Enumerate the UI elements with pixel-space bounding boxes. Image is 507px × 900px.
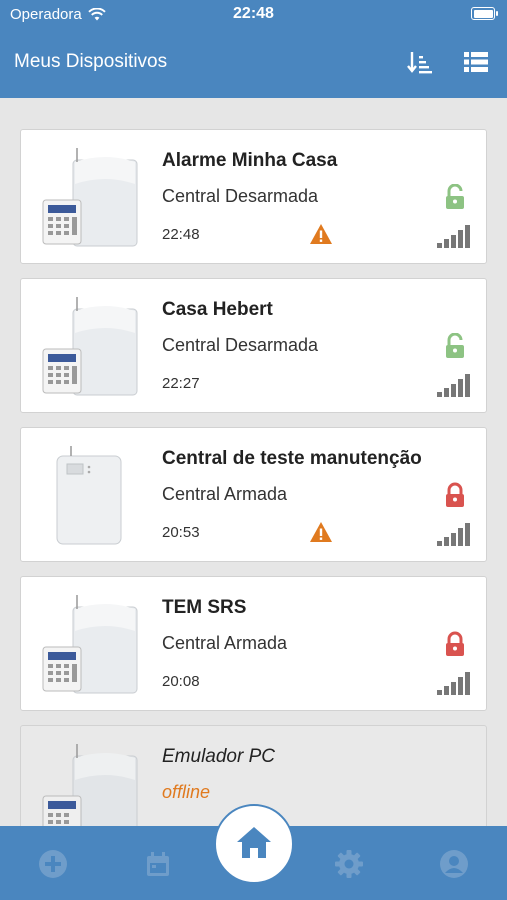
- device-card[interactable]: Alarme Minha Casa Central Desarmada 22:4…: [20, 129, 487, 264]
- device-name: Emulador PC: [162, 746, 275, 767]
- alarm-panel-image: [56, 446, 122, 545]
- tab-add[interactable]: [37, 848, 69, 880]
- alarm-keypad-image: [42, 595, 138, 694]
- status-bar: Operadora 22:48: [0, 0, 507, 28]
- warning-icon: [310, 522, 332, 542]
- list-icon: [464, 52, 488, 72]
- device-state: Central Armada: [162, 484, 288, 504]
- locked-icon: [446, 631, 464, 656]
- device-list[interactable]: Alarme Minha Casa Central Desarmada 22:4…: [0, 98, 507, 826]
- sort-icon: [407, 52, 432, 74]
- device-time: 20:08: [162, 673, 200, 690]
- user-icon: [440, 850, 468, 878]
- device-state: offline: [162, 782, 211, 802]
- device-state: Central Armada: [162, 633, 288, 653]
- device-name: TEM SRS: [162, 597, 247, 618]
- device-name: Central de teste manutenção: [162, 448, 422, 469]
- signal-icon: [437, 374, 470, 397]
- device-name: Casa Hebert: [162, 299, 273, 320]
- status-time: 22:48: [233, 5, 274, 22]
- tab-home[interactable]: [214, 804, 294, 884]
- alarm-keypad-image: [42, 297, 138, 396]
- device-name: Alarme Minha Casa: [162, 150, 338, 171]
- signal-icon: [437, 672, 470, 695]
- tab-calendar[interactable]: [142, 848, 174, 880]
- device-card[interactable]: Casa Hebert Central Desarmada 22:27: [20, 278, 487, 413]
- unlocked-icon: [446, 333, 464, 358]
- device-time: 20:53: [162, 524, 200, 541]
- signal-icon: [437, 225, 470, 248]
- device-state: Central Desarmada: [162, 186, 319, 206]
- calendar-icon: [147, 852, 169, 876]
- device-card[interactable]: Central de teste manutenção Central Arma…: [20, 427, 487, 562]
- battery-icon: [471, 7, 498, 20]
- warning-icon: [310, 224, 332, 244]
- settings-icon: [335, 850, 363, 878]
- list-view-button[interactable]: [462, 48, 492, 78]
- device-state: Central Desarmada: [162, 335, 319, 355]
- unlocked-icon: [446, 184, 464, 209]
- signal-icon: [437, 523, 470, 546]
- page-title: Meus Dispositivos: [14, 51, 168, 72]
- home-icon: [237, 827, 271, 858]
- device-card[interactable]: TEM SRS Central Armada 20:08: [20, 576, 487, 711]
- sort-button[interactable]: [404, 48, 434, 78]
- navigation-bar: Meus Dispositivos: [0, 28, 507, 98]
- add-icon: [39, 850, 67, 878]
- tab-profile[interactable]: [438, 848, 470, 880]
- alarm-keypad-image: [42, 148, 138, 247]
- tab-settings[interactable]: [333, 848, 365, 880]
- locked-icon: [446, 482, 464, 507]
- device-time: 22:48: [162, 226, 200, 243]
- device-time: 22:27: [162, 375, 200, 392]
- alarm-keypad-image: [42, 744, 138, 826]
